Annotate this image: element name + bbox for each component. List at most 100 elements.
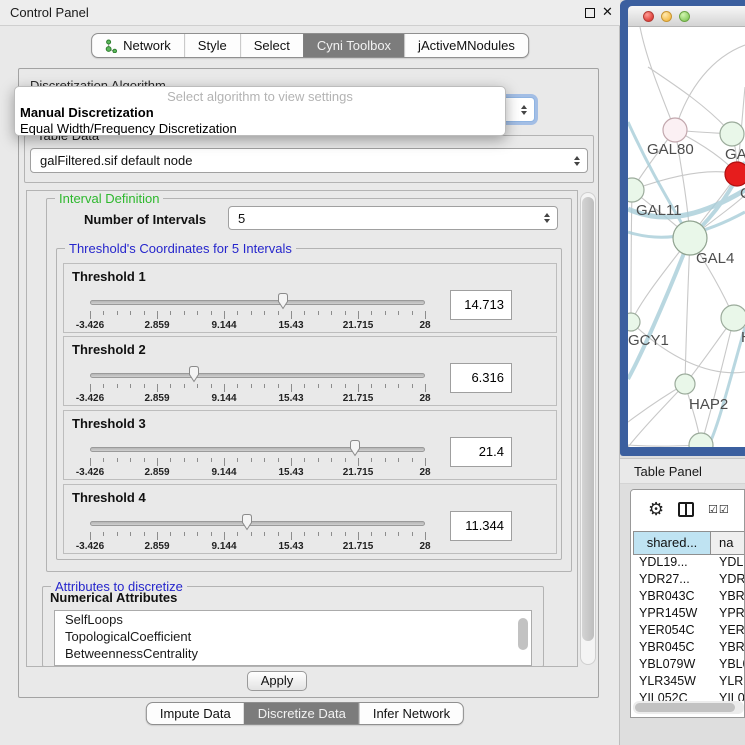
slider-ticks	[90, 532, 425, 541]
list-scrollbar[interactable]	[518, 614, 528, 662]
cell-name: YPR1	[711, 606, 745, 623]
control-panel: Control Panel ✕ Network StyleSelectCyni T…	[0, 0, 620, 745]
panel-title: Control Panel	[10, 5, 89, 20]
threshold-label: Threshold 3	[72, 416, 146, 431]
network-window-titlebar[interactable]	[628, 6, 745, 27]
table-row[interactable]: YDR27...YDR2	[633, 572, 745, 589]
slider-ticks	[90, 384, 425, 393]
slider-handle[interactable]	[187, 365, 201, 383]
bottom-tab-bar: Impute Data Discretize Data Infer Network	[146, 702, 464, 725]
numerical-attributes-list[interactable]: SelfLoopsTopologicalCoefficientBetweenne…	[54, 610, 532, 666]
slider-track[interactable]	[90, 447, 425, 452]
slider-tick-labels: -3.4262.8599.14415.4321.71528	[90, 541, 425, 553]
network-graph: GAL80 GA C GAL11 GAL4 GCY1 H HAP2	[628, 27, 745, 447]
bottom-tab-impute-data[interactable]: Impute Data	[147, 703, 244, 724]
slider-tick-labels: -3.4262.8599.14415.4321.71528	[90, 467, 425, 479]
tab-label: Network	[123, 34, 171, 57]
threshold-panel-4: Threshold 4-3.4262.8599.14415.4321.71528…	[63, 484, 557, 554]
network-tab-icon	[105, 39, 118, 53]
node-label: GAL11	[636, 202, 682, 219]
scrollbar-thumb[interactable]	[518, 618, 528, 650]
settings-vertical-scrollbar[interactable]	[580, 192, 596, 665]
threshold-panel-2: Threshold 2-3.4262.8599.14415.4321.71528…	[63, 336, 557, 406]
table-toolbar: ⚙ ☑☑	[631, 490, 745, 531]
table-panel-title: Table Panel	[634, 464, 702, 479]
scrollbar-thumb[interactable]	[582, 197, 594, 641]
network-canvas[interactable]: GAL80 GA C GAL11 GAL4 GCY1 H HAP2	[628, 27, 745, 447]
threshold-value-field[interactable]: 6.316	[450, 363, 512, 393]
table-row[interactable]: YLR345WYLR3	[633, 674, 745, 691]
table-row[interactable]: YPR145WYPR1	[633, 606, 745, 623]
bottom-tab-discretize-data[interactable]: Discretize Data	[244, 703, 359, 724]
attribute-item-betweennesscentrality[interactable]: BetweennessCentrality	[55, 645, 531, 662]
network-node[interactable]	[663, 118, 687, 142]
table-row[interactable]: YIL052CYIL0	[633, 691, 745, 701]
cell-name: YLR3	[711, 674, 745, 691]
threshold-value-field[interactable]: 11.344	[450, 511, 512, 541]
scrollbar-thumb[interactable]	[635, 703, 735, 712]
tab-bar: Network StyleSelectCyni Toolbox jActiveMNo…	[91, 33, 529, 58]
slider-ticks	[90, 458, 425, 467]
attribute-item-selfloops[interactable]: SelfLoops	[55, 611, 531, 628]
numerical-attributes-label: Numerical Attributes	[50, 590, 177, 605]
tab-select[interactable]: Select	[240, 34, 303, 57]
network-node[interactable]	[675, 374, 695, 394]
dropdown-option-equal-width[interactable]: Equal Width/Frequency Discretization	[15, 121, 505, 136]
table-row[interactable]: YBR045CYBR0	[633, 640, 745, 657]
network-node[interactable]	[628, 313, 640, 331]
minimize-traffic-light[interactable]	[661, 11, 672, 22]
table-rows: YDL19...YDL1YDR27...YDR2YBR043CYBR0YPR14…	[633, 555, 745, 701]
close-traffic-light[interactable]	[643, 11, 654, 22]
network-node-selected[interactable]	[725, 162, 745, 186]
node-label: GCY1	[628, 332, 669, 349]
node-label: C	[740, 185, 745, 202]
slider-track[interactable]	[90, 300, 425, 305]
table-data-combobox[interactable]: galFiltered.sif default node	[30, 148, 588, 173]
slider-track[interactable]	[90, 521, 425, 526]
float-window-icon[interactable]	[585, 8, 595, 18]
close-icon[interactable]: ✕	[602, 5, 613, 20]
slider-ticks	[90, 311, 425, 320]
cell-shared-name: YLR345W	[633, 674, 711, 691]
network-view-window: GAL80 GA C GAL11 GAL4 GCY1 H HAP2	[620, 0, 745, 456]
cell-shared-name: YER054C	[633, 623, 711, 640]
attribute-item-topologicalcoefficient[interactable]: TopologicalCoefficient	[55, 628, 531, 645]
dropdown-option-manual[interactable]: Manual Discretization	[15, 105, 505, 121]
slider-handle[interactable]	[348, 439, 362, 457]
slider-track[interactable]	[90, 373, 425, 378]
slider-handle[interactable]	[276, 292, 290, 310]
column-header-shared-name[interactable]: shared...	[633, 531, 711, 555]
threshold-value-field[interactable]: 14.713	[450, 290, 512, 320]
table-row[interactable]: YBL079WYBL0	[633, 657, 745, 674]
network-node[interactable]	[721, 305, 745, 331]
table-row[interactable]: YBR043CYBR0	[633, 589, 745, 606]
apply-button[interactable]: Apply	[247, 671, 307, 691]
tab-cyni-toolbox[interactable]: Cyni Toolbox	[303, 34, 404, 57]
threshold-value-field[interactable]: 21.4	[450, 437, 512, 467]
table-row[interactable]: YER054CYER0	[633, 623, 745, 640]
cell-name: YIL0	[711, 691, 745, 701]
zoom-traffic-light[interactable]	[679, 11, 690, 22]
tab-jactivemnodules[interactable]: jActiveMNodules	[404, 34, 528, 57]
bottom-tab-infer-network[interactable]: Infer Network	[359, 703, 463, 724]
gear-icon[interactable]: ⚙	[648, 499, 664, 520]
column-header-name[interactable]: na	[711, 531, 745, 555]
tab-network[interactable]: Network	[92, 34, 184, 57]
slider-tick-labels: -3.4262.8599.14415.4321.71528	[90, 320, 425, 332]
tab-label: jActiveMNodules	[418, 34, 515, 57]
columns-icon[interactable]	[678, 502, 694, 517]
algorithm-dropdown-popup: Select algorithm to view settings Manual…	[14, 86, 506, 136]
number-of-intervals-spinner[interactable]: 5	[228, 206, 558, 230]
select-columns-icon[interactable]: ☑☑	[708, 503, 730, 516]
tab-label: Discretize Data	[258, 703, 346, 724]
slider-handle[interactable]	[240, 513, 254, 531]
table-row[interactable]: YDL19...YDL1	[633, 555, 745, 572]
tab-style[interactable]: Style	[184, 34, 240, 57]
table-header: shared... na	[633, 531, 745, 555]
number-of-intervals-value: 5	[238, 211, 245, 226]
table-horizontal-scrollbar[interactable]	[633, 701, 744, 714]
dropdown-prompt: Select algorithm to view settings	[15, 89, 505, 105]
network-node[interactable]	[720, 122, 744, 146]
network-node[interactable]	[689, 433, 713, 447]
node-label: GAL4	[696, 250, 734, 267]
